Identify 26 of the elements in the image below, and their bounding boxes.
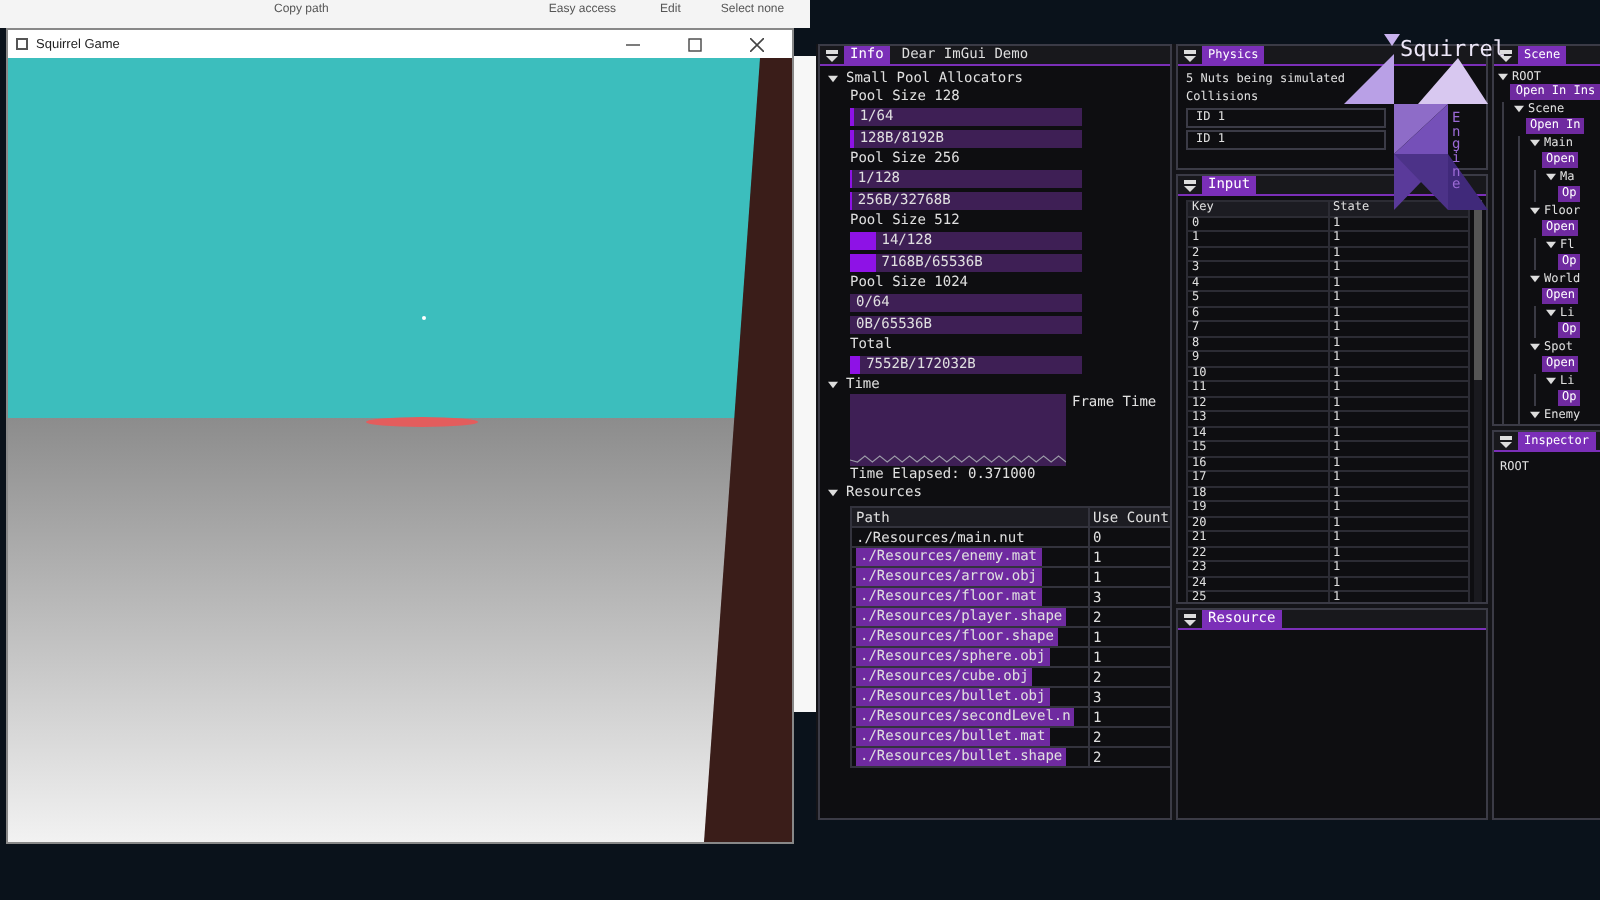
- collapse-icon[interactable]: [826, 49, 838, 61]
- expanded-arrow-icon[interactable]: [1530, 138, 1540, 149]
- collapse-icon[interactable]: [1500, 49, 1512, 61]
- close-icon[interactable]: [750, 37, 764, 51]
- maximize-icon[interactable]: [688, 37, 702, 51]
- app-icon: [16, 38, 28, 50]
- collapse-icon[interactable]: [1184, 613, 1196, 625]
- expanded-arrow-icon[interactable]: [1546, 376, 1556, 387]
- scrollbar[interactable]: [1474, 200, 1482, 602]
- expanded-arrow-icon[interactable]: [1546, 172, 1556, 183]
- collapse-icon[interactable]: [1184, 179, 1196, 191]
- expanded-arrow-icon[interactable]: [1546, 308, 1556, 319]
- expanded-arrow-icon[interactable]: [1498, 72, 1508, 82]
- expanded-arrow-icon[interactable]: [1530, 274, 1540, 285]
- expanded-arrow-icon[interactable]: [1530, 342, 1540, 353]
- expanded-arrow-icon[interactable]: [828, 74, 838, 84]
- logo-title: Squirrel: [1400, 38, 1506, 62]
- collapse-icon[interactable]: [1184, 49, 1196, 61]
- expanded-arrow-icon[interactable]: [1530, 206, 1540, 217]
- collapse-icon[interactable]: [1500, 435, 1512, 447]
- expanded-arrow-icon[interactable]: [1514, 104, 1524, 115]
- expanded-arrow-icon[interactable]: [828, 488, 838, 498]
- expanded-arrow-icon[interactable]: [1530, 410, 1540, 421]
- expanded-arrow-icon[interactable]: [828, 380, 838, 390]
- expanded-arrow-icon[interactable]: [1546, 240, 1556, 251]
- scrollbar-thumb[interactable]: [1474, 200, 1482, 380]
